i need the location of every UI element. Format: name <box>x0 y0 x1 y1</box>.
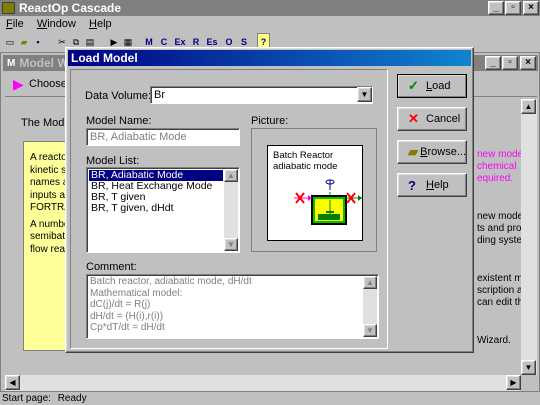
picture-caption-2: adiabatic mode <box>273 161 338 172</box>
menu-window[interactable]: Window <box>37 18 76 30</box>
status-value: Ready <box>57 393 87 404</box>
status-bar: Start page: Ready <box>0 393 540 405</box>
model-list-label: Model List: <box>86 155 140 167</box>
comment-box[interactable]: Batch reactor, adiabatic mode, dH/dt Mat… <box>86 274 379 339</box>
the-model-text: The Mode <box>21 117 71 129</box>
scroll-right-arrow[interactable]: ▶ <box>506 375 521 390</box>
data-volume-label: Data Volume: <box>85 90 152 102</box>
folder-icon: ▰ <box>408 144 418 159</box>
child-vscroll[interactable]: ▲ ▼ <box>521 99 537 375</box>
cancel-label: Cancel <box>426 113 461 125</box>
child-close-button[interactable]: × <box>520 56 536 70</box>
list-scroll-up-arrow[interactable]: ▲ <box>224 169 238 182</box>
dialog-title: Load Model <box>71 51 138 65</box>
pink-arrow-icon: ▶ <box>13 76 24 92</box>
model-list[interactable]: BR, Adiabatic Mode BR, Heat Exchange Mod… <box>86 167 240 253</box>
model-list-items: BR, Adiabatic Mode BR, Heat Exchange Mod… <box>89 170 223 214</box>
restore-button[interactable]: ▫ <box>505 1 521 15</box>
wizard-title: Model W <box>19 56 69 70</box>
list-item[interactable]: BR, T given, dHdt <box>89 203 223 214</box>
load-model-dialog: Load Model Data Volume: Br ▼ Model Name:… <box>65 47 474 353</box>
comment-scrollbar[interactable]: ▲ ▼ <box>363 276 377 337</box>
app-title: ReactOp Cascade <box>19 1 122 15</box>
checkmark-icon: ✓ <box>408 78 419 93</box>
help-button[interactable]: ? Help <box>397 173 467 197</box>
new-file-icon[interactable]: ▭ <box>3 33 17 51</box>
app-titlebar: ReactOp Cascade <box>0 0 540 16</box>
picture-image: Batch Reactor adiabatic mode <box>267 145 363 241</box>
batch-reactor-diagram <box>294 179 362 225</box>
menu-help[interactable]: Help <box>89 18 112 30</box>
wizard-icon: M <box>7 57 16 69</box>
app-icon <box>2 2 15 14</box>
menu-bar: File Window Help <box>6 17 122 32</box>
dialog-main-panel: Data Volume: Br ▼ Model Name: BR, Adiaba… <box>70 69 388 349</box>
browse-button[interactable]: ▰ Browse... <box>397 140 467 164</box>
picture-label: Picture: <box>251 115 289 127</box>
choose-text: Choose <box>29 78 67 90</box>
scroll-left-arrow[interactable]: ◀ <box>5 375 20 390</box>
browse-label: Browse... <box>420 146 466 158</box>
chevron-down-icon[interactable]: ▼ <box>357 87 372 102</box>
model-list-scrollbar[interactable]: ▲ ▼ <box>224 169 238 251</box>
yellow-note: A reacto kinetic s names a inputs a FORT… <box>23 141 71 351</box>
load-button[interactable]: ✓ Load <box>397 74 467 98</box>
comment-scroll-up-arrow[interactable]: ▲ <box>363 276 377 289</box>
comment-scroll-down-arrow[interactable]: ▼ <box>363 324 377 337</box>
child-minimize-button[interactable]: _ <box>485 56 501 70</box>
minimize-button[interactable]: _ <box>488 1 504 15</box>
scroll-up-arrow[interactable]: ▲ <box>521 99 536 114</box>
picture-frame: Batch Reactor adiabatic mode <box>251 128 377 252</box>
child-restore-button[interactable]: ▫ <box>502 56 518 70</box>
open-folder-icon[interactable]: ▰ <box>17 33 31 51</box>
question-icon: ? <box>408 177 416 193</box>
close-button[interactable]: × <box>523 1 539 15</box>
right-text: new model fro chemical equired. new mode… <box>477 149 521 346</box>
comment-text: Batch reactor, adiabatic mode, dH/dt Mat… <box>90 276 252 333</box>
model-name-value: BR, Adiabatic Mode <box>90 131 187 143</box>
help-label: Help <box>426 179 449 191</box>
model-name-label: Model Name: <box>86 115 152 127</box>
data-volume-select[interactable]: Br ▼ <box>150 86 373 104</box>
comment-label: Comment: <box>86 261 137 273</box>
model-name-field[interactable]: BR, Adiabatic Mode <box>86 128 240 146</box>
picture-caption-1: Batch Reactor <box>273 150 334 161</box>
cancel-button[interactable]: ✕ Cancel <box>397 107 467 131</box>
list-scroll-down-arrow[interactable]: ▼ <box>224 238 238 251</box>
child-hscroll[interactable]: ◀ ▶ <box>5 375 521 391</box>
menu-file[interactable]: File <box>6 18 24 30</box>
scroll-down-arrow[interactable]: ▼ <box>521 360 536 375</box>
cancel-x-icon: ✕ <box>408 111 419 126</box>
status-label: Start page: <box>2 393 51 404</box>
save-icon[interactable]: ▪ <box>31 33 45 51</box>
load-label: Load <box>426 80 451 92</box>
dialog-titlebar: Load Model <box>68 50 471 66</box>
data-volume-value: Br <box>154 89 165 101</box>
